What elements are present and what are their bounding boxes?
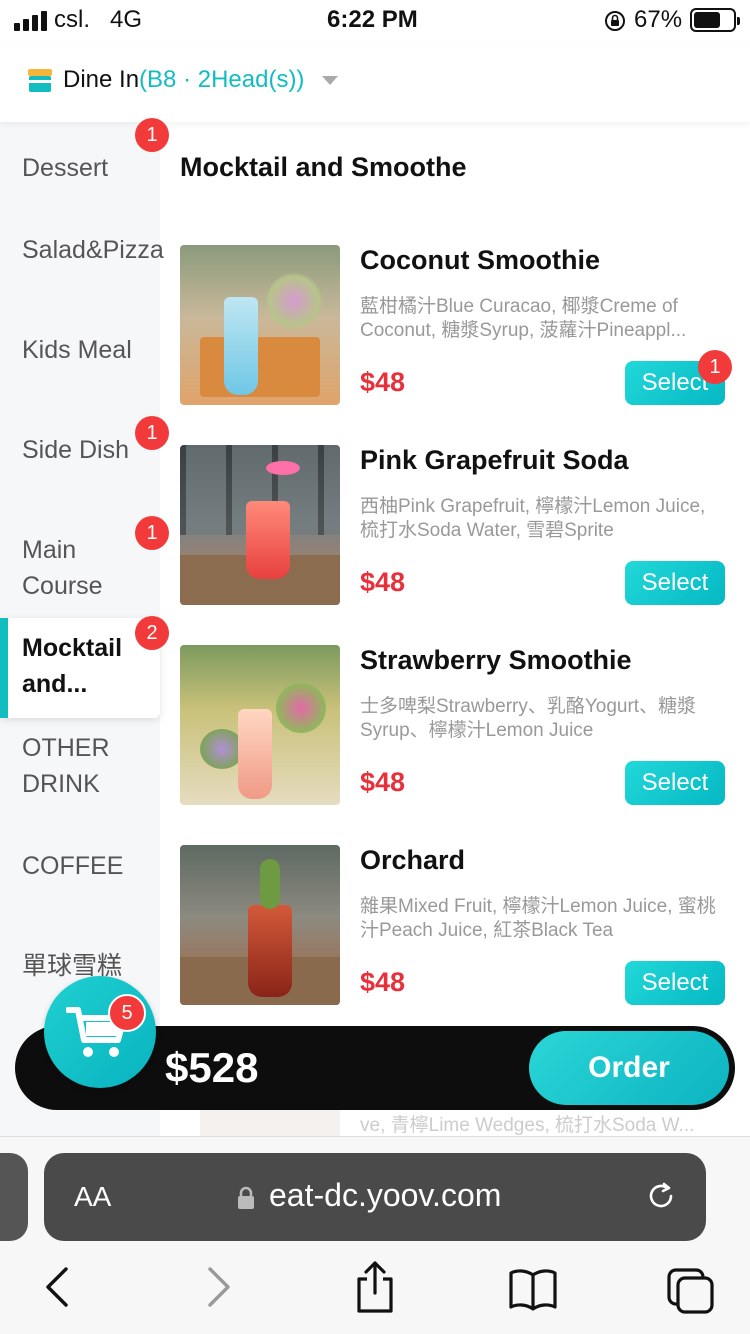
active-indicator bbox=[0, 618, 8, 718]
dine-mode-label: Dine In bbox=[63, 66, 140, 93]
item-description: 藍柑橘汁Blue Curacao, 椰漿Creme of Coconut, 糖漿… bbox=[360, 296, 687, 341]
previous-tab[interactable] bbox=[0, 1153, 28, 1241]
sidebar-item-coffee[interactable]: COFFEE bbox=[0, 822, 160, 922]
browser-toolbar: AA eat-dc.yoov.com bbox=[0, 1136, 750, 1334]
item-description: 士多啤梨Strawberry、乳酪Yogurt、糖漿Syrup、檸檬汁Lemon… bbox=[360, 696, 697, 741]
item-price: $48 bbox=[360, 367, 406, 397]
sidebar-item-salad-pizza[interactable]: Salad&Pizza bbox=[0, 222, 164, 322]
app-header: Dine In(B8 · 2Head(s)) bbox=[0, 44, 750, 122]
category-count-badge: 1 bbox=[135, 118, 169, 152]
section-title: Mocktail and Smoothe bbox=[180, 152, 467, 182]
item-description: 雜果Mixed Fruit, 檸檬汁Lemon Juice, 蜜桃汁Peach … bbox=[360, 896, 716, 941]
network-label: 4G bbox=[110, 6, 143, 33]
forward-icon[interactable] bbox=[200, 1265, 236, 1309]
text-size-button[interactable]: AA bbox=[74, 1181, 111, 1213]
carrier-label: csl. bbox=[54, 6, 90, 33]
cart-count-badge: 5 bbox=[108, 994, 146, 1032]
select-button[interactable]: Select bbox=[625, 561, 725, 605]
sidebar-item-label: Kids Meal bbox=[22, 336, 132, 364]
share-icon[interactable] bbox=[354, 1259, 396, 1315]
table-info: (B8 · 2Head(s)) bbox=[139, 66, 305, 93]
drink-photo[interactable] bbox=[180, 645, 340, 805]
rotation-lock-icon bbox=[605, 11, 625, 31]
chevron-down-icon[interactable] bbox=[322, 76, 338, 85]
tabs-icon[interactable] bbox=[666, 1267, 716, 1315]
select-button[interactable]: Select bbox=[625, 761, 725, 805]
bookmarks-icon[interactable] bbox=[508, 1267, 558, 1311]
item-name: Strawberry Smoothie bbox=[360, 645, 632, 675]
reload-icon[interactable] bbox=[644, 1179, 678, 1213]
drink-photo[interactable] bbox=[180, 845, 340, 1005]
sidebar-item-label: COFFEE bbox=[22, 852, 124, 880]
clock: 6:22 PM bbox=[327, 6, 418, 33]
drink-photo[interactable] bbox=[180, 445, 340, 605]
sidebar-item-label: Salad&Pizza bbox=[22, 236, 164, 264]
battery-percent: 67% bbox=[634, 6, 683, 33]
cart-total: $528 bbox=[165, 1044, 259, 1091]
signal-icon bbox=[14, 11, 48, 31]
address-bar[interactable]: AA eat-dc.yoov.com bbox=[44, 1153, 706, 1241]
url-text: eat-dc.yoov.com bbox=[269, 1177, 502, 1213]
item-description: 西柚Pink Grapefruit, 檸檬汁Lemon Juice, 梳打水So… bbox=[360, 496, 706, 541]
item-price: $48 bbox=[360, 767, 406, 797]
store-icon bbox=[28, 69, 52, 92]
menu-item: Orchard 雜果Mixed Fruit, 檸檬汁Lemon Juice, 蜜… bbox=[160, 845, 750, 1045]
drink-photo[interactable] bbox=[180, 245, 340, 405]
sidebar-item-label: Mocktail and... bbox=[22, 634, 123, 698]
dine-in-selector[interactable]: Dine In(B8 · 2Head(s)) bbox=[63, 66, 304, 94]
select-button[interactable]: Select bbox=[625, 961, 725, 1005]
item-name: Coconut Smoothie bbox=[360, 245, 600, 275]
item-price: $48 bbox=[360, 567, 406, 597]
menu-item: Strawberry Smoothie 士多啤梨Strawberry、乳酪Yog… bbox=[160, 645, 750, 845]
menu-item: Pink Grapefruit Soda 西柚Pink Grapefruit, … bbox=[160, 445, 750, 645]
item-count-badge: 1 bbox=[698, 350, 732, 384]
item-name: Orchard bbox=[360, 845, 466, 875]
sidebar-item-kids-meal[interactable]: Kids Meal bbox=[0, 322, 160, 422]
sidebar-item-label: Side Dish bbox=[22, 436, 129, 464]
cart-button[interactable] bbox=[44, 976, 156, 1088]
sidebar-item-label: OTHER DRINK bbox=[22, 734, 110, 798]
battery-icon bbox=[690, 8, 740, 32]
order-button[interactable]: Order bbox=[529, 1031, 729, 1105]
text-size-label: AA bbox=[74, 1181, 112, 1212]
sidebar-item-other-drink[interactable]: OTHER DRINK bbox=[0, 722, 160, 822]
sidebar-item-label: Dessert bbox=[22, 154, 109, 182]
lock-icon bbox=[238, 1186, 254, 1209]
item-price: $48 bbox=[360, 967, 406, 997]
sidebar-item-label: Main Course bbox=[22, 536, 103, 600]
item-name: Pink Grapefruit Soda bbox=[360, 445, 629, 475]
back-icon[interactable] bbox=[40, 1265, 76, 1309]
status-bar: csl. 4G 6:22 PM 67% bbox=[0, 0, 750, 44]
menu-item: Coconut Smoothie 藍柑橘汁Blue Curacao, 椰漿Cre… bbox=[160, 245, 750, 445]
